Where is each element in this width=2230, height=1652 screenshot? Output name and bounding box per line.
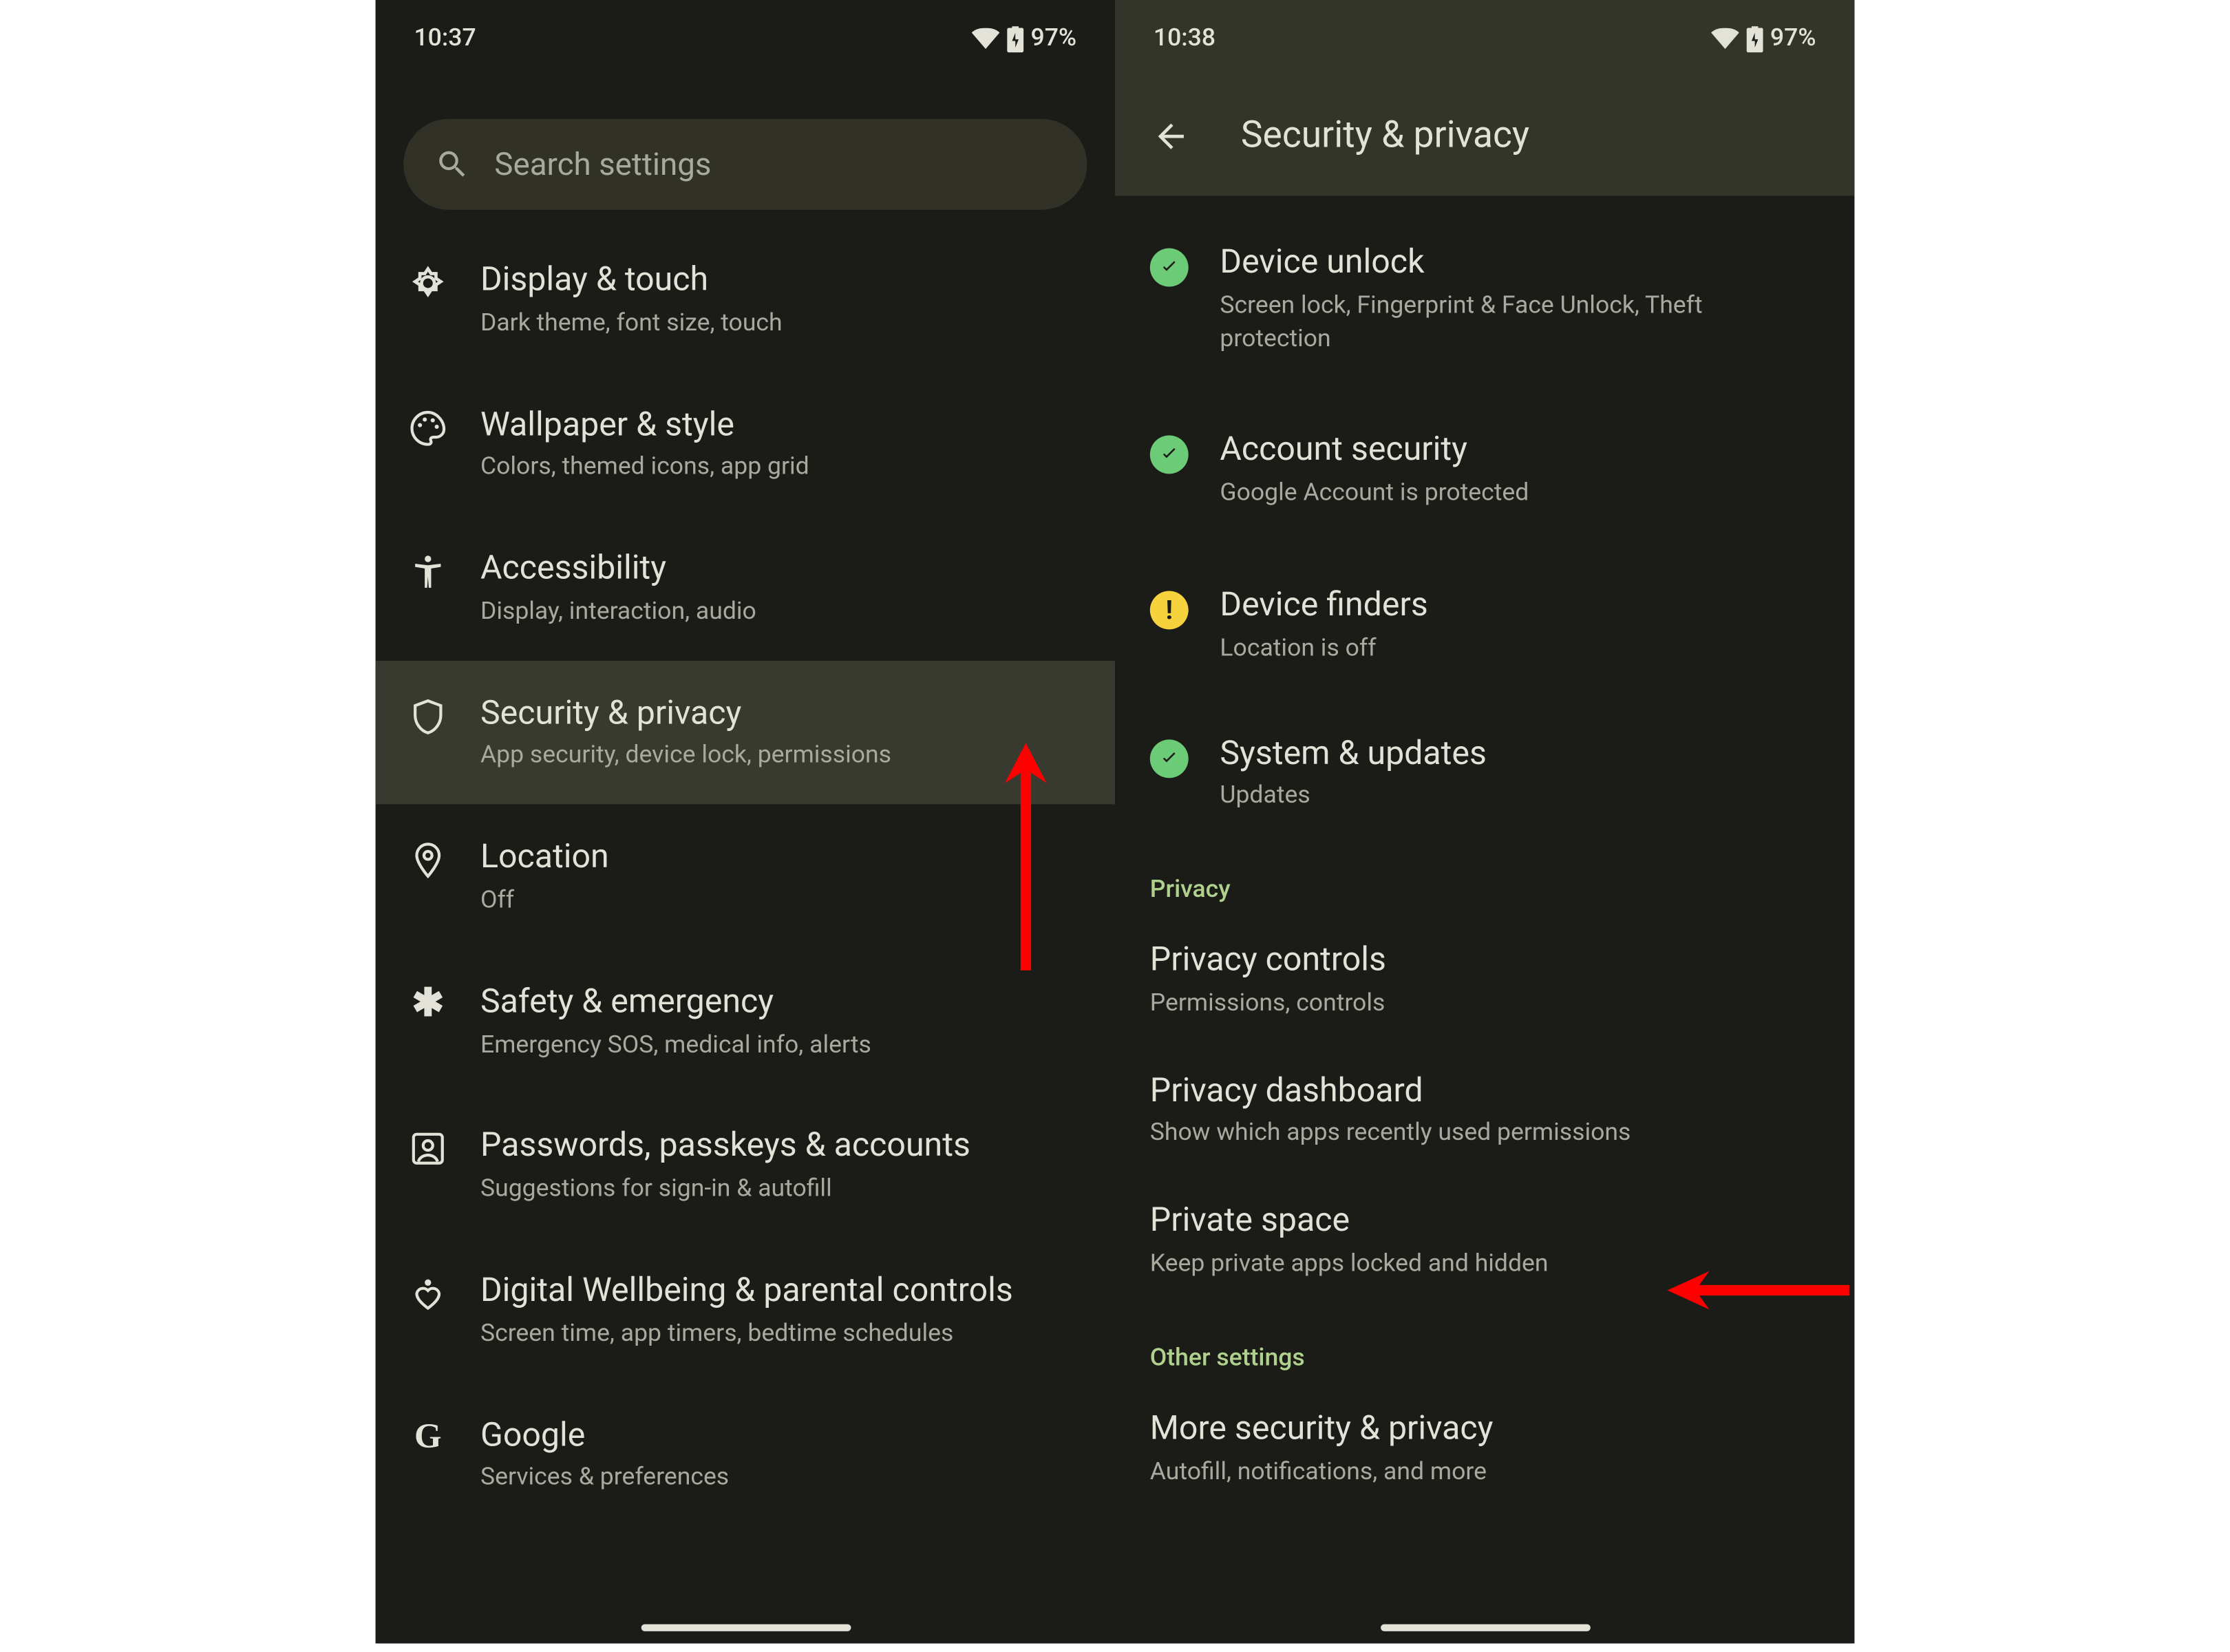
sp-item-device-unlock[interactable]: Device unlock Screen lock, Fingerprint &… [1115, 217, 1854, 380]
item-title: Private space [1150, 1200, 1820, 1243]
item-subtitle: Display, interaction, audio [480, 596, 1080, 629]
item-subtitle: Dark theme, font size, touch [480, 307, 1080, 340]
settings-item-accessibility[interactable]: Accessibility Display, interaction, audi… [376, 516, 1115, 661]
settings-main-screen: 10:37 97% Search settings Display & touc… [376, 0, 1115, 1644]
wifi-icon [1711, 28, 1739, 49]
settings-item-passwords[interactable]: Passwords, passkeys & accounts Suggestio… [376, 1094, 1115, 1238]
nav-indicator[interactable] [640, 1624, 850, 1631]
section-header-privacy: Privacy [1115, 838, 1854, 915]
wifi-icon [971, 28, 999, 49]
account-box-icon [407, 1128, 449, 1170]
sp-item-more-security[interactable]: More security & privacy Autofill, notifi… [1115, 1383, 1854, 1513]
asterisk-icon: ✱ [407, 984, 449, 1026]
item-title: Digital Wellbeing & parental controls [480, 1269, 1080, 1313]
item-subtitle: Location is off [1220, 633, 1819, 666]
item-title: Device finders [1220, 584, 1819, 627]
status-bar: 10:37 97% [376, 0, 1115, 77]
item-title: Security & privacy [480, 692, 1080, 735]
battery-percent: 97% [1030, 25, 1076, 53]
brightness-icon [407, 262, 449, 304]
item-subtitle: Services & preferences [480, 1462, 1080, 1495]
item-subtitle: Screen time, app timers, bedtime schedul… [480, 1317, 1080, 1351]
battery-icon [1745, 25, 1763, 52]
item-subtitle: Suggestions for sign-in & autofill [480, 1174, 1080, 1207]
search-icon [435, 147, 470, 182]
item-title: Privacy controls [1150, 939, 1820, 982]
sp-item-private-space[interactable]: Private space Keep private apps locked a… [1115, 1176, 1854, 1306]
sp-item-privacy-controls[interactable]: Privacy controls Permissions, controls [1115, 915, 1854, 1045]
item-subtitle: Show which apps recently used permission… [1150, 1118, 1820, 1151]
palette-icon [407, 407, 449, 449]
search-placeholder: Search settings [494, 146, 711, 182]
sp-item-account-security[interactable]: Account security Google Account is prote… [1115, 405, 1854, 535]
item-subtitle: Keep private apps locked and hidden [1150, 1249, 1820, 1282]
location-icon [407, 840, 449, 882]
status-bar: 10:38 97% [1115, 0, 1854, 77]
settings-item-wellbeing[interactable]: Digital Wellbeing & parental controls Sc… [376, 1238, 1115, 1382]
item-title: Location [480, 836, 1080, 880]
item-subtitle: App security, device lock, permissions [480, 740, 1080, 773]
item-subtitle: Screen lock, Fingerprint & Face Unlock, … [1220, 290, 1819, 356]
settings-item-display[interactable]: Display & touch Dark theme, font size, t… [376, 227, 1115, 372]
item-title: System & updates [1220, 732, 1819, 775]
item-title: Safety & emergency [480, 981, 1080, 1024]
settings-item-security[interactable]: Security & privacy App security, device … [376, 660, 1115, 805]
battery-icon [1006, 25, 1023, 52]
settings-item-location[interactable]: Location Off [376, 805, 1115, 949]
item-title: More security & privacy [1150, 1408, 1820, 1451]
item-subtitle: Emergency SOS, medical info, alerts [480, 1029, 1080, 1062]
status-ok-icon [1150, 739, 1189, 777]
arrow-back-icon [1151, 117, 1190, 156]
nav-indicator[interactable] [1380, 1624, 1590, 1631]
item-subtitle: Colors, themed icons, app grid [480, 452, 1080, 485]
security-privacy-screen: 10:38 97% Security & privacy Device unlo… [1115, 0, 1854, 1644]
clock: 10:38 [1154, 25, 1215, 53]
item-title: Google [480, 1414, 1080, 1457]
settings-item-safety[interactable]: ✱ Safety & emergency Emergency SOS, medi… [376, 949, 1115, 1094]
item-title: Passwords, passkeys & accounts [480, 1125, 1080, 1168]
item-title: Privacy dashboard [1150, 1070, 1820, 1113]
settings-item-google[interactable]: G Google Services & preferences [376, 1382, 1115, 1527]
status-ok-icon [1150, 436, 1189, 475]
item-subtitle: Updates [1220, 781, 1819, 814]
page-title: Security & privacy [1241, 116, 1529, 158]
section-header-other: Other settings [1115, 1306, 1854, 1383]
item-subtitle: Google Account is protected [1220, 478, 1819, 511]
item-title: Account security [1220, 429, 1819, 472]
item-subtitle: Permissions, controls [1150, 988, 1820, 1021]
item-title: Accessibility [480, 547, 1080, 591]
shield-icon [407, 695, 449, 737]
back-button[interactable] [1140, 105, 1202, 167]
search-settings[interactable]: Search settings [403, 119, 1087, 210]
item-subtitle: Off [480, 885, 1080, 918]
sp-item-system-updates[interactable]: System & updates Updates [1115, 708, 1854, 838]
item-subtitle: Autofill, notifications, and more [1150, 1456, 1820, 1489]
settings-item-wallpaper[interactable]: Wallpaper & style Colors, themed icons, … [376, 372, 1115, 516]
wellbeing-icon [407, 1273, 449, 1315]
status-ok-icon [1150, 248, 1189, 287]
battery-percent: 97% [1770, 25, 1816, 53]
google-icon: G [407, 1417, 449, 1459]
item-title: Wallpaper & style [480, 403, 1080, 447]
item-title: Display & touch [480, 259, 1080, 302]
clock: 10:37 [414, 25, 476, 53]
status-warn-icon: ! [1150, 591, 1189, 630]
accessibility-icon [407, 551, 449, 593]
sp-item-device-finders[interactable]: ! Device finders Location is off [1115, 560, 1854, 690]
sp-item-privacy-dashboard[interactable]: Privacy dashboard Show which apps recent… [1115, 1045, 1854, 1175]
item-title: Device unlock [1220, 242, 1819, 285]
